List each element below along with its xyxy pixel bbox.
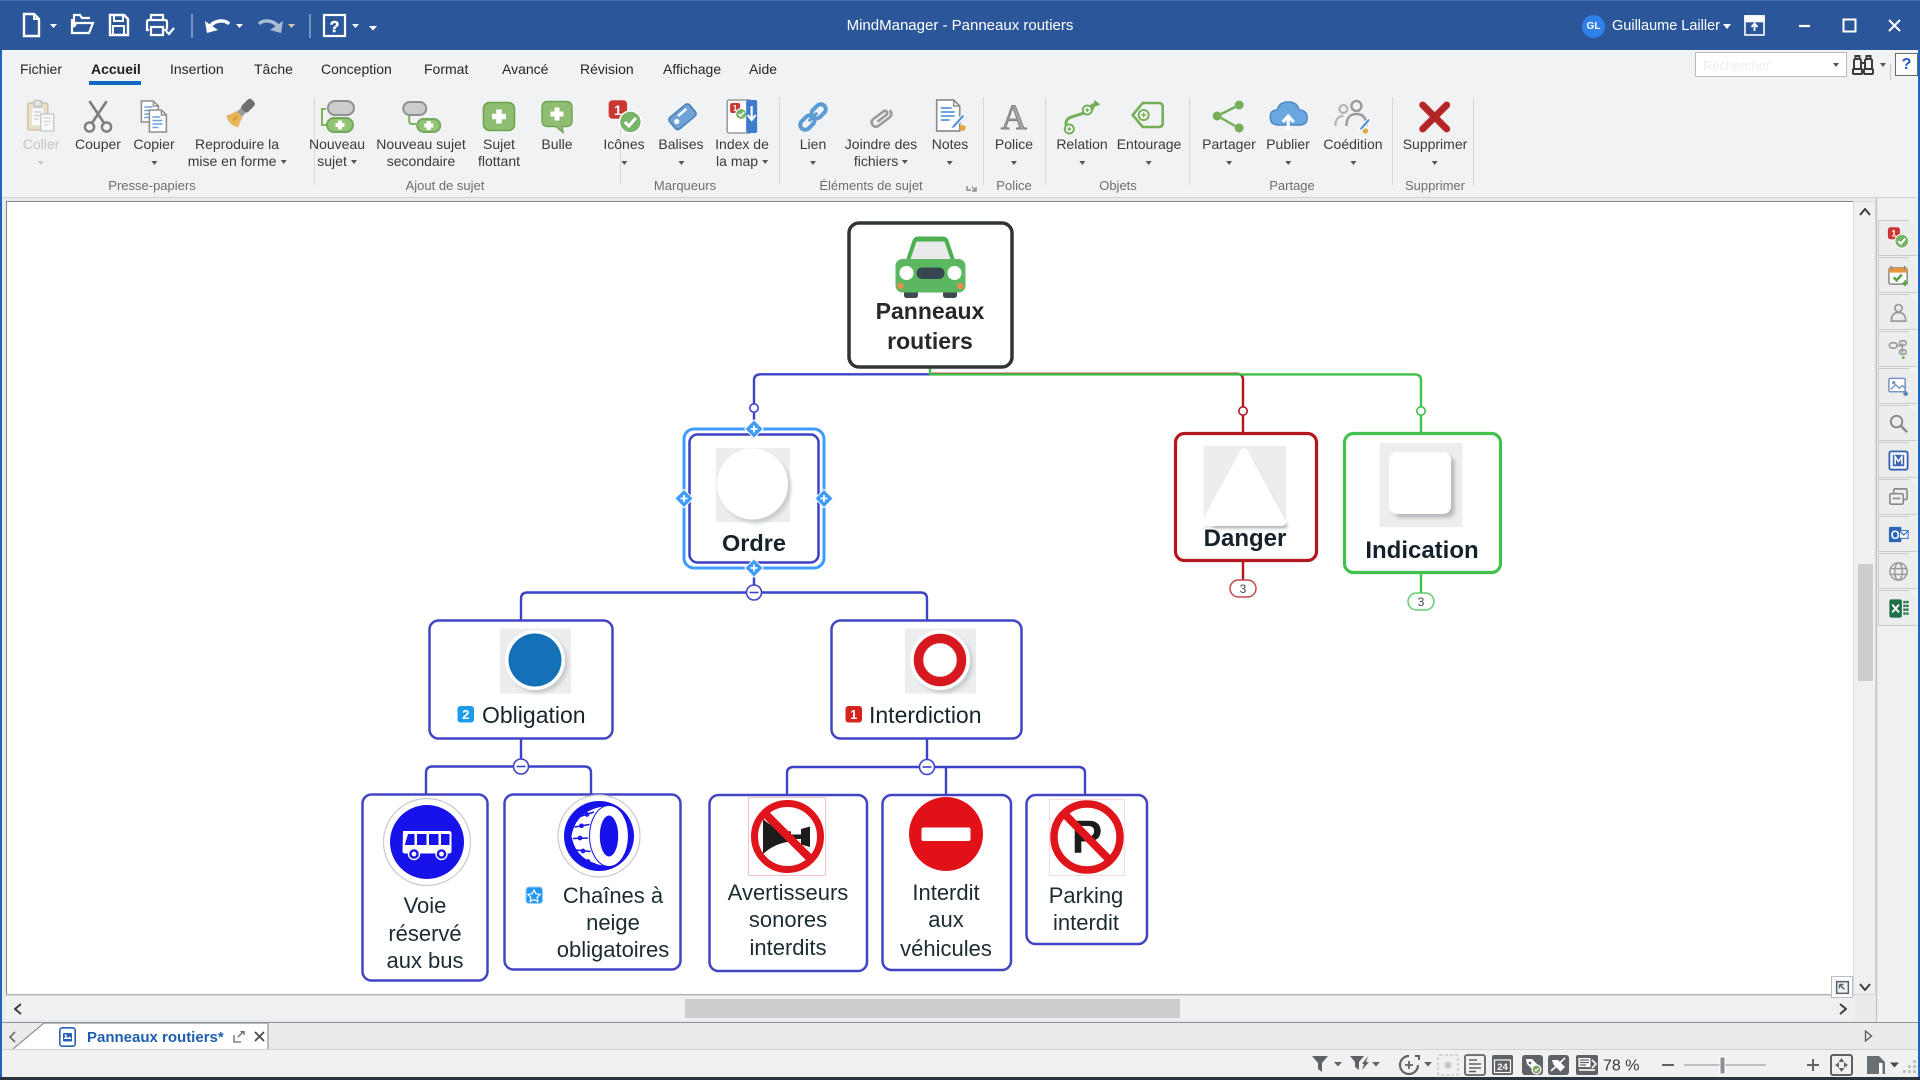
- svg-text:3: 3: [1418, 595, 1425, 609]
- svg-text:Danger: Danger: [1204, 525, 1287, 552]
- svg-text:Parking: Parking: [1049, 883, 1124, 908]
- svg-text:routiers: routiers: [887, 328, 973, 354]
- svg-text:A: A: [1001, 98, 1027, 136]
- svg-text:2: 2: [462, 707, 469, 722]
- svg-text:interdits: interdits: [749, 935, 826, 960]
- svg-text:Ordre: Ordre: [722, 530, 786, 556]
- svg-text:Obligation: Obligation: [482, 702, 586, 728]
- svg-text:78 %: 78 %: [1603, 1058, 1639, 1075]
- svg-text:Avertisseurs: Avertisseurs: [728, 880, 849, 905]
- svg-text:1: 1: [850, 707, 857, 722]
- svg-text:réservé: réservé: [388, 921, 461, 946]
- svg-text:3: 3: [1240, 582, 1247, 596]
- svg-text:24: 24: [1497, 1062, 1508, 1073]
- svg-text:aux bus: aux bus: [386, 948, 463, 973]
- svg-text:Interdit: Interdit: [912, 880, 979, 905]
- svg-text:sonores: sonores: [749, 907, 827, 932]
- svg-text:aux: aux: [928, 907, 963, 932]
- svg-text:Indication: Indication: [1365, 537, 1478, 564]
- svg-text:interdit: interdit: [1053, 910, 1119, 935]
- svg-text:neige: neige: [586, 910, 640, 935]
- svg-text:Chaînes à: Chaînes à: [563, 883, 664, 908]
- svg-text:Panneaux: Panneaux: [876, 298, 985, 324]
- svg-text:O: O: [1890, 529, 1899, 541]
- svg-text:véhicules: véhicules: [900, 936, 992, 961]
- svg-text:Voie: Voie: [404, 893, 447, 918]
- svg-text:obligatoires: obligatoires: [557, 937, 670, 962]
- svg-text:Interdiction: Interdiction: [869, 702, 982, 728]
